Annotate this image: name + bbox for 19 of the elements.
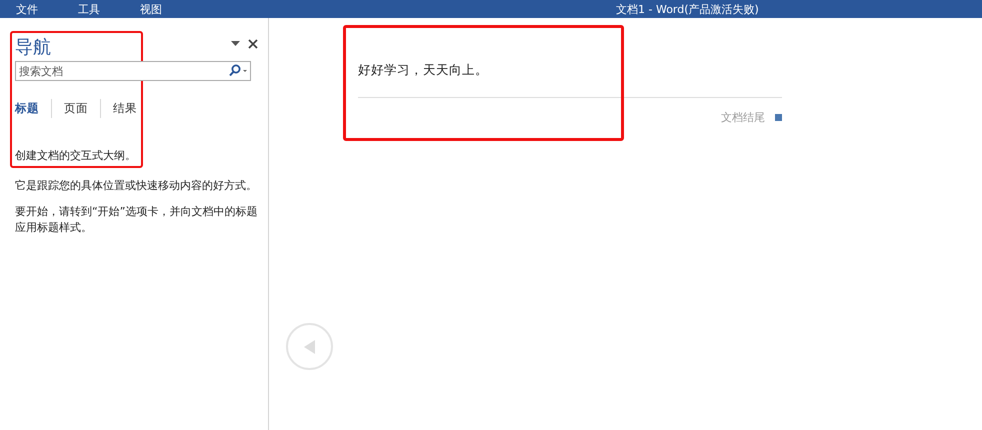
end-marker-icon — [775, 114, 782, 121]
help-text: 创建文档的交互式大纲。 — [15, 148, 137, 164]
pane-title: 导航 — [15, 37, 51, 58]
document-text: 好好学习，天天向上。 — [358, 62, 782, 98]
back-icon — [304, 340, 316, 354]
menu-item[interactable]: 文件 — [16, 2, 38, 16]
search-icon[interactable] — [228, 64, 248, 78]
tab[interactable]: 页面 — [51, 99, 100, 118]
tab[interactable]: 结果 — [100, 99, 149, 118]
close-icon[interactable] — [248, 39, 258, 49]
tab[interactable]: 标题 — [15, 99, 51, 118]
help-text: 要开始，请转到“开始”选项卡，并向文档中的标题应用标题样式。 — [15, 204, 258, 236]
menu-item[interactable]: 工具 — [78, 2, 100, 16]
window-title: 文档1 - Word(产品激活失败) — [615, 2, 759, 16]
search-field[interactable]: 搜索文档 — [15, 61, 251, 81]
menu-item[interactable]: 视图 — [140, 2, 162, 16]
dropdown-icon[interactable] — [231, 41, 240, 47]
help-text: 它是跟踪您的具体位置或快速移动内容的好方式。 — [15, 178, 258, 194]
end-label: 文档结尾 — [721, 110, 765, 125]
